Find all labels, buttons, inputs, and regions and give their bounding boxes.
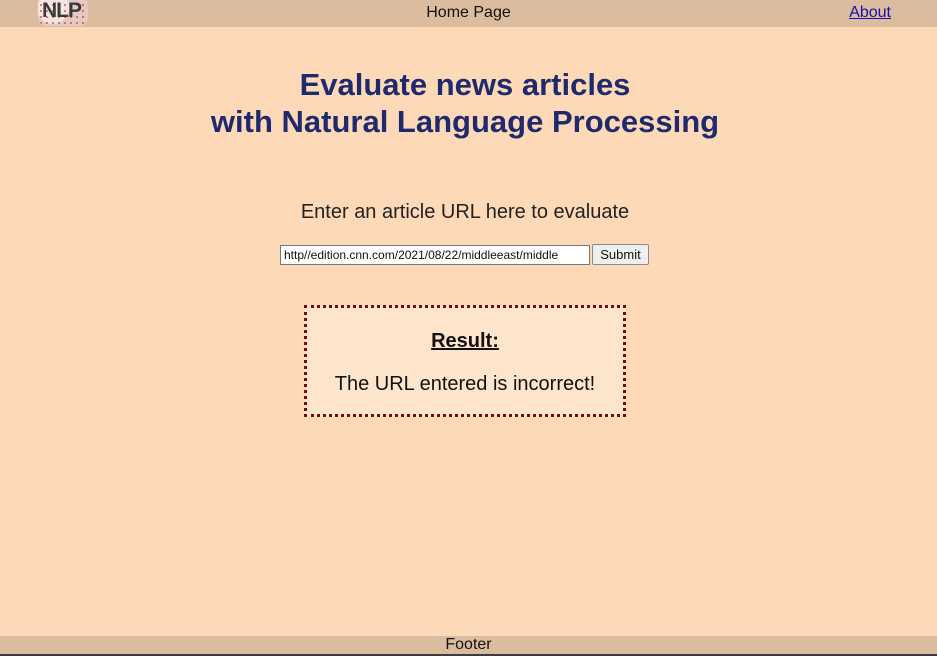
about-link[interactable]: About: [849, 4, 891, 22]
result-title: Result:: [431, 330, 499, 352]
top-header-bar: NLP Home Page About: [0, 0, 937, 27]
submit-button[interactable]: Submit: [592, 244, 649, 265]
main-heading-line2: with Natural Language Processing: [210, 104, 720, 139]
result-message: The URL entered is incorrect!: [334, 373, 596, 395]
result-box: Result: The URL entered is incorrect!: [304, 305, 626, 417]
url-prompt: Enter an article URL here to evaluate: [300, 201, 630, 223]
main-heading: Evaluate news articles with Natural Lang…: [0, 66, 930, 140]
url-input[interactable]: [280, 245, 590, 265]
page-title: Home Page: [426, 4, 511, 21]
main-heading-line1: Evaluate news articles: [299, 67, 631, 102]
footer: Footer: [0, 636, 937, 654]
